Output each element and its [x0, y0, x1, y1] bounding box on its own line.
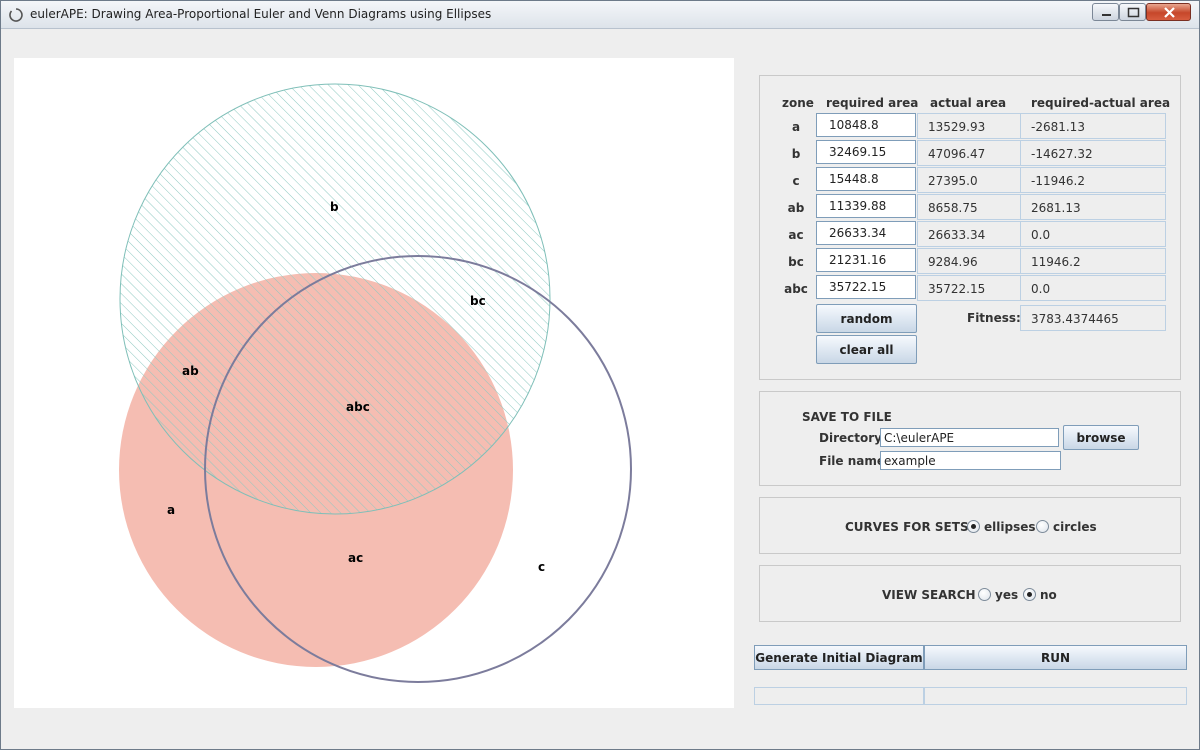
window-title: eulerAPE: Drawing Area-Proportional Eule…: [30, 7, 492, 21]
actual-area-cell: 9284.96: [917, 248, 1021, 274]
zone-label-b: b: [330, 200, 339, 214]
view-yes-radio[interactable]: [978, 588, 991, 601]
minimize-icon: [1102, 14, 1111, 16]
required-area-input[interactable]: 21231.16: [816, 248, 916, 272]
maximize-button[interactable]: [1119, 3, 1146, 21]
zone-label-c: c: [538, 560, 545, 574]
view-yes-label: yes: [995, 588, 1019, 602]
filename-field[interactable]: example: [880, 451, 1061, 470]
zone-cell: abc: [784, 282, 808, 296]
progress-bar: [754, 687, 924, 705]
actual-area-cell: 47096.47: [917, 140, 1021, 166]
ellipses-label: ellipses: [984, 520, 1036, 534]
diff-area-cell: 0.0: [1020, 275, 1166, 301]
zone-cell: b: [791, 147, 801, 161]
browse-button[interactable]: browse: [1063, 425, 1139, 450]
required-area-input[interactable]: 26633.34: [816, 221, 916, 245]
save-panel: SAVE TO FILE Directory C:\eulerAPE brows…: [759, 391, 1181, 486]
header-actual: actual area: [930, 96, 1007, 110]
run-button[interactable]: RUN: [924, 645, 1187, 670]
curves-label: CURVES FOR SETS: [845, 520, 969, 534]
header-zone: zone: [782, 96, 814, 110]
top-strip: [9, 37, 1195, 51]
diff-area-cell: -11946.2: [1020, 167, 1166, 193]
actual-area-cell: 13529.93: [917, 113, 1021, 139]
zone-cell: c: [792, 174, 800, 188]
diff-area-cell: 2681.13: [1020, 194, 1166, 220]
save-title: SAVE TO FILE: [802, 410, 892, 424]
required-area-input[interactable]: 32469.15: [816, 140, 916, 164]
fitness-value: 3783.4374465: [1020, 305, 1166, 331]
random-button[interactable]: random: [816, 304, 917, 333]
close-icon: [1164, 7, 1175, 18]
circles-radio[interactable]: [1036, 520, 1049, 533]
zone-cell: a: [791, 120, 801, 134]
euler-diagram: b bc ab abc a ac c: [119, 83, 632, 683]
title-bar: eulerAPE: Drawing Area-Proportional Eule…: [1, 1, 1199, 29]
zone-label-ac: ac: [348, 551, 363, 565]
view-no-radio[interactable]: [1023, 588, 1036, 601]
generate-diagram-button[interactable]: Generate Initial Diagram: [754, 645, 924, 670]
diff-area-cell: 11946.2: [1020, 248, 1166, 274]
view-search-panel: VIEW SEARCH yes no: [759, 565, 1181, 622]
zone-cell: ab: [787, 201, 805, 215]
header-diff: required-actual area: [1031, 96, 1171, 110]
required-area-input[interactable]: 35722.15: [816, 275, 916, 299]
zone-label-a: a: [167, 503, 175, 517]
app-window: eulerAPE: Drawing Area-Proportional Eule…: [0, 0, 1200, 750]
zone-cell: ac: [788, 228, 804, 242]
actual-area-cell: 26633.34: [917, 221, 1021, 247]
diff-area-cell: -2681.13: [1020, 113, 1166, 139]
required-area-input[interactable]: 15448.8: [816, 167, 916, 191]
close-window-button[interactable]: [1146, 3, 1191, 21]
diagram-canvas: b bc ab abc a ac c: [14, 58, 734, 708]
areas-panel: zone required area actual area required-…: [759, 75, 1181, 380]
directory-label: Directory: [819, 431, 882, 445]
actual-area-cell: 35722.15: [917, 275, 1021, 301]
app-icon: [9, 8, 23, 22]
zone-label-ab: ab: [182, 364, 199, 378]
zone-label-abc: abc: [346, 400, 370, 414]
ellipses-radio[interactable]: [967, 520, 980, 533]
required-area-input[interactable]: 11339.88: [816, 194, 916, 218]
minimize-button[interactable]: [1092, 3, 1119, 21]
circles-label: circles: [1053, 520, 1097, 534]
diff-area-cell: -14627.32: [1020, 140, 1166, 166]
status-field: [924, 687, 1187, 705]
header-required: required area: [826, 96, 919, 110]
diff-area-cell: 0.0: [1020, 221, 1166, 247]
maximize-icon: [1127, 7, 1140, 18]
zone-label-bc: bc: [470, 294, 486, 308]
filename-label: File name: [819, 454, 886, 468]
actual-area-cell: 27395.0: [917, 167, 1021, 193]
view-no-label: no: [1040, 588, 1057, 602]
directory-field[interactable]: C:\eulerAPE: [880, 428, 1059, 447]
clear-all-button[interactable]: clear all: [816, 335, 917, 364]
curves-panel: CURVES FOR SETS ellipses circles: [759, 497, 1181, 554]
view-search-label: VIEW SEARCH: [882, 588, 976, 602]
required-area-input[interactable]: 10848.8: [816, 113, 916, 137]
zone-cell: bc: [788, 255, 804, 269]
actual-area-cell: 8658.75: [917, 194, 1021, 220]
fitness-label: Fitness:: [967, 311, 1021, 325]
